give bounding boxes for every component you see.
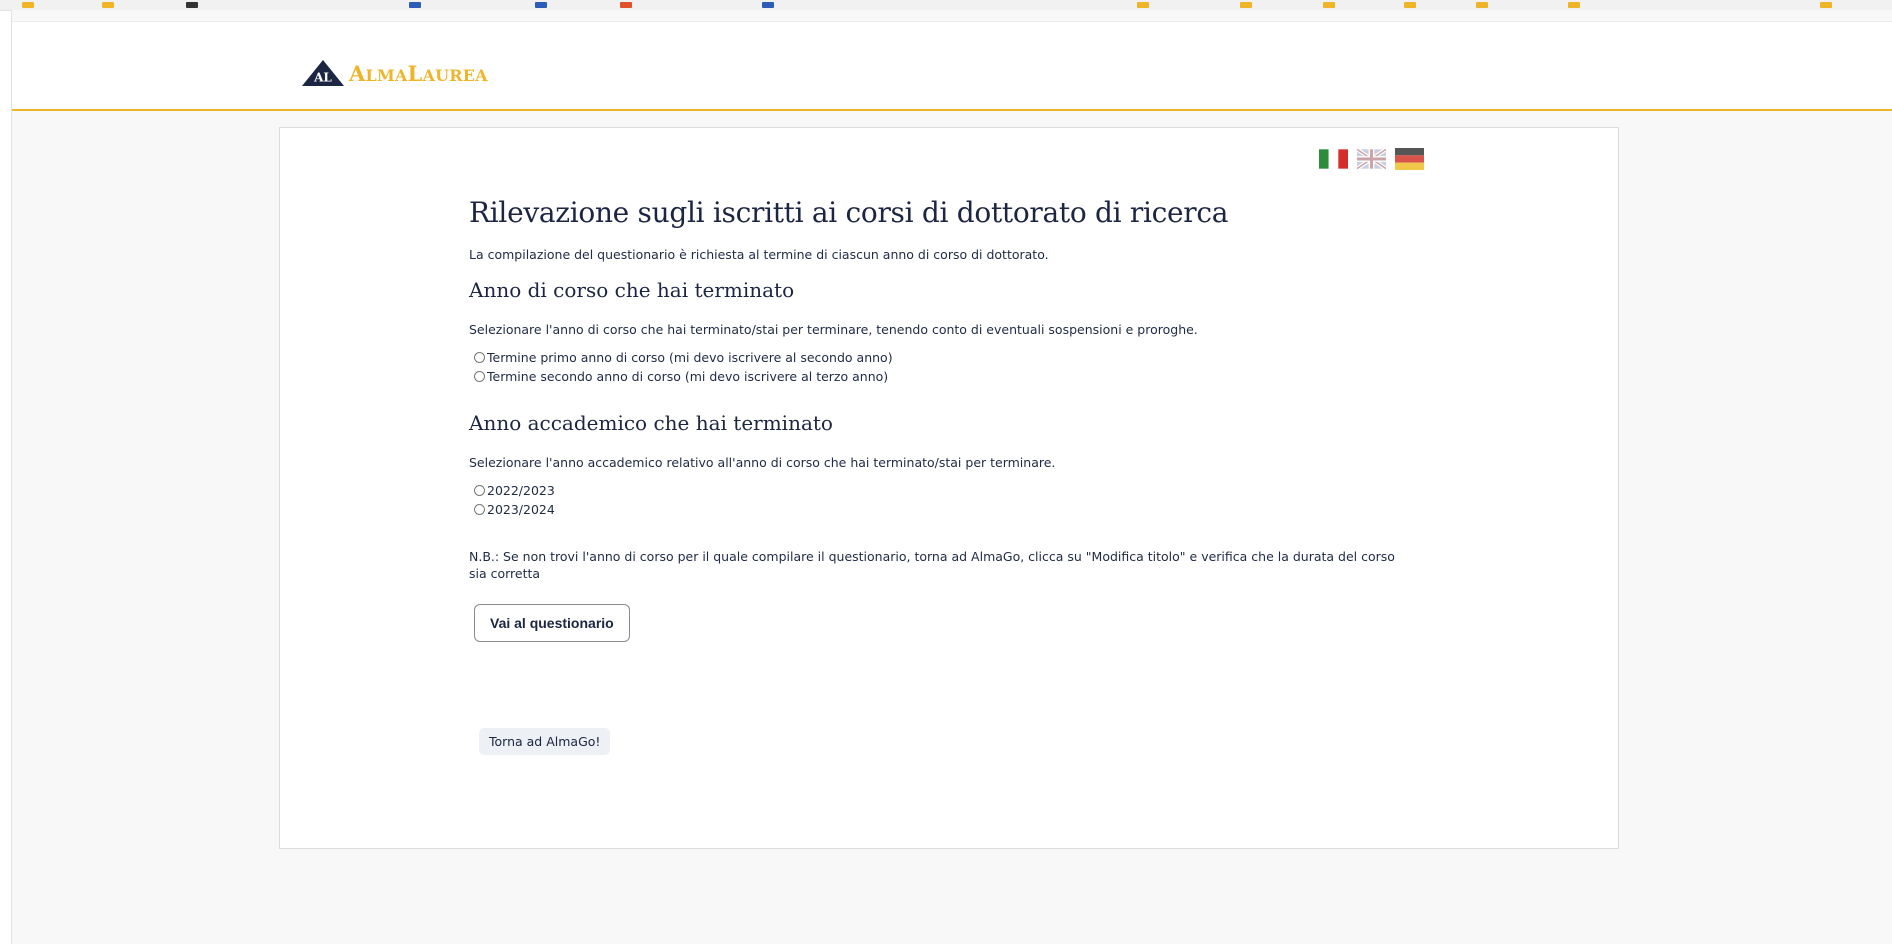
bookmark-icon[interactable] [1820,2,1832,8]
course-year-options: Termine primo anno di corso (mi devo isc… [469,348,1409,386]
italian-flag-icon[interactable] [1319,148,1348,170]
course-year-heading: Anno di corso che hai terminato [469,278,795,302]
logo-text: ALMALAUREA [349,60,488,86]
bookmark-icon[interactable] [1240,2,1252,8]
academic-year-heading: Anno accademico che hai terminato [469,411,833,435]
site-header: AL ALMALAUREA [12,21,1892,111]
bookmark-icon[interactable] [1137,2,1149,8]
course-year-radio-2[interactable] [474,371,485,382]
course-year-option-1[interactable]: Termine primo anno di corso (mi devo isc… [469,348,1409,367]
bookmark-icon[interactable] [186,2,198,8]
bookmark-icon[interactable] [620,2,632,8]
academic-year-radio-1[interactable] [474,485,485,496]
course-year-radio-1[interactable] [474,352,485,363]
logo-badge: AL [313,71,332,85]
bookmark-icon[interactable] [1323,2,1335,8]
course-year-option-label: Termine primo anno di corso (mi devo isc… [487,350,893,365]
bookmark-icon[interactable] [762,2,774,8]
survey-form: Rilevazione sugli iscritti ai corsi di d… [469,196,1409,642]
bookmark-icon[interactable] [1568,2,1580,8]
bookmark-icon[interactable] [1476,2,1488,8]
academic-year-option-1[interactable]: 2022/2023 [469,481,1409,500]
german-flag-icon[interactable] [1395,148,1424,170]
bookmark-icon[interactable] [1404,2,1416,8]
note-text: N.B.: Se non trovi l'anno di corso per i… [469,549,1395,581]
academic-year-option-label: 2023/2024 [487,502,555,517]
bookmark-icon[interactable] [22,2,34,8]
intro-text: La compilazione del questionario è richi… [469,247,1049,262]
almalaurea-logo[interactable]: AL ALMALAUREA [301,56,488,90]
page-title: Rilevazione sugli iscritti ai corsi di d… [469,196,1229,229]
logo-triangle-icon: AL [302,60,344,86]
back-to-almago-button[interactable]: Torna ad AlmaGo! [479,728,611,755]
academic-year-option-label: 2022/2023 [487,483,555,498]
uk-flag-icon[interactable] [1357,148,1386,170]
bookmark-icon[interactable] [409,2,421,8]
course-year-option-2[interactable]: Termine secondo anno di corso (mi devo i… [469,367,1409,386]
bookmark-icon[interactable] [102,2,114,8]
course-year-option-label: Termine secondo anno di corso (mi devo i… [487,369,889,384]
academic-year-radio-2[interactable] [474,504,485,515]
academic-year-option-2[interactable]: 2023/2024 [469,500,1409,519]
go-to-questionnaire-button[interactable]: Vai al questionario [474,604,630,642]
course-year-hint: Selezionare l'anno di corso che hai term… [469,322,1198,337]
academic-year-options: 2022/2023 2023/2024 [469,481,1409,519]
academic-year-hint: Selezionare l'anno accademico relativo a… [469,455,1056,470]
language-switcher [1319,148,1424,170]
bookmark-icon[interactable] [535,2,547,8]
